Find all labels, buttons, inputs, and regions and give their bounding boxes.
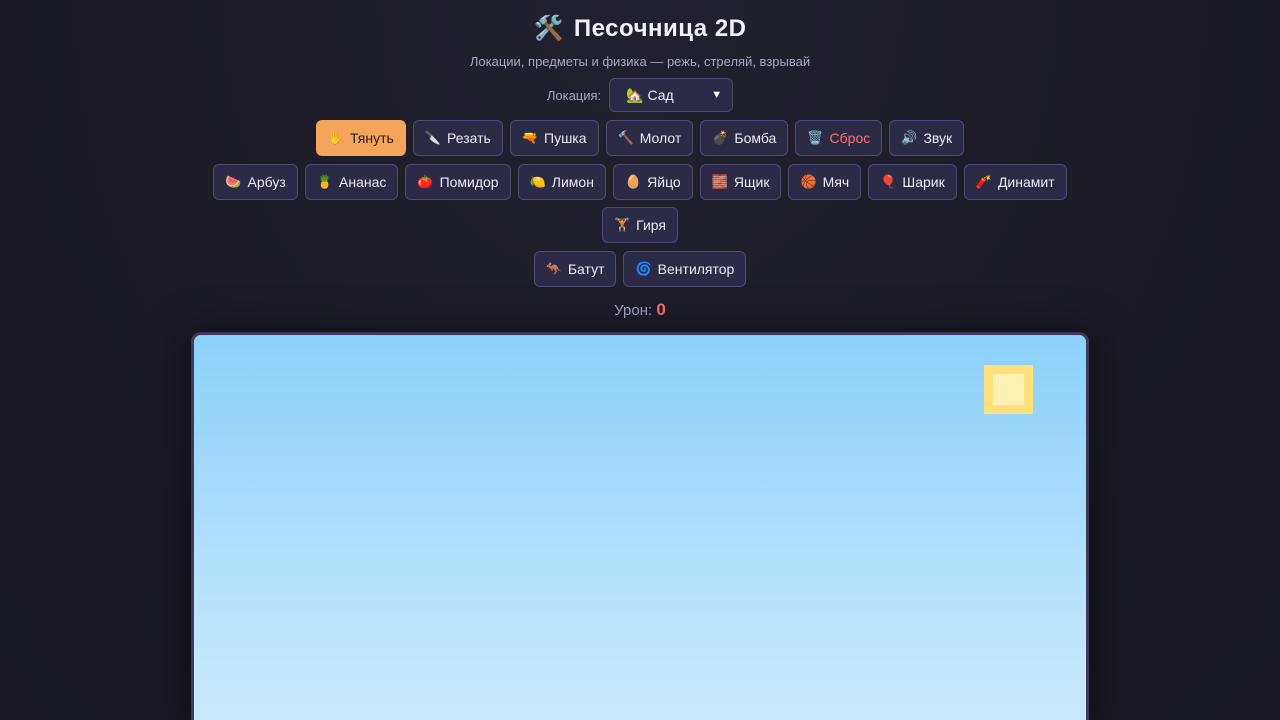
item-label: Ящик (733, 174, 770, 190)
crate-icon: 🧱 (711, 174, 728, 189)
kettlebell-icon: 🏋️ (613, 217, 631, 232)
chevron-down-icon: ▼ (711, 89, 723, 101)
props-row: 🦘 Батут 🌀 Вентилятор (0, 251, 1280, 287)
items-row-2: 🏋️ Гиря (0, 207, 1280, 243)
sun-core (993, 374, 1024, 405)
tool-cut-button[interactable]: 🔪 Резать (412, 120, 503, 156)
item-label: Ананас (339, 174, 387, 190)
item-label: Шарик (902, 174, 945, 190)
prop-trampoline-button[interactable]: 🦘 Батут (533, 251, 617, 287)
basketball-icon: 🏀 (800, 174, 817, 189)
bomb-icon: 💣 (712, 130, 729, 145)
item-kettlebell-button[interactable]: 🏋️ Гиря (601, 207, 678, 243)
knife-icon: 🔪 (424, 130, 442, 145)
page-title: 🛠️ Песочница 2D (0, 14, 1280, 43)
item-label: Арбуз (247, 174, 286, 190)
fan-icon: 🌀 (635, 261, 652, 276)
item-dynamite-button[interactable]: 🧨 Динамит (963, 164, 1067, 200)
speaker-icon: 🔊 (901, 130, 918, 145)
sound-button[interactable]: 🔊 Звук (889, 120, 965, 156)
tool-pull-button[interactable]: ✋ Тянуть (315, 120, 406, 156)
egg-icon: 🥚 (624, 174, 642, 189)
prop-fan-button[interactable]: 🌀 Вентилятор (623, 251, 747, 287)
location-selected: 🏡 Сад (626, 87, 674, 104)
hand-icon: ✋ (327, 130, 345, 145)
page-subtitle: Локации, предметы и физика — режь, стрел… (469, 54, 811, 69)
tomato-icon: 🍅 (417, 174, 434, 189)
reset-label: Сброс (829, 130, 871, 146)
pineapple-icon: 🍍 (316, 174, 333, 189)
sound-label: Звук (923, 130, 953, 146)
location-select[interactable]: 🏡 Сад ▼ (609, 78, 734, 112)
tool-hammer-button[interactable]: 🔨 Молот (605, 120, 694, 156)
tool-hammer-label: Молот (639, 130, 682, 146)
item-lemon-button[interactable]: 🍋 Лимон (517, 164, 606, 200)
item-crate-button[interactable]: 🧱 Ящик (699, 164, 782, 200)
item-pineapple-button[interactable]: 🍍 Ананас (304, 164, 399, 200)
hammer-icon: 🔨 (617, 130, 634, 145)
house-icon: 🏡 (626, 86, 644, 103)
location-row: Локация: 🏡 Сад ▼ (0, 78, 1280, 112)
title-text: Песочница 2D (573, 15, 747, 42)
item-ball-button[interactable]: 🏀 Мяч (788, 164, 862, 200)
prop-label: Вентилятор (657, 261, 735, 277)
tools-icon: 🛠️ (533, 15, 564, 42)
damage-label: Урон: (614, 302, 653, 319)
reset-button[interactable]: 🗑️ Сброс (795, 120, 883, 156)
page: 🛠️ Песочница 2D Локации, предметы и физик… (0, 0, 1280, 720)
tool-bomb-label: Бомба (734, 130, 777, 146)
item-label: Яйцо (647, 174, 681, 190)
tools-row: ✋ Тянуть 🔪 Резать 🔫 Пушка 🔨 Молот 💣 Бомба 🗑️ С… (0, 120, 1280, 156)
item-balloon-button[interactable]: 🎈 Шарик (868, 164, 957, 200)
damage-counter: Урон: 0 (0, 300, 1280, 320)
sandbox-canvas[interactable] (191, 332, 1089, 720)
item-label: Помидор (439, 174, 499, 190)
item-tomato-button[interactable]: 🍅 Помидор (405, 164, 511, 200)
item-egg-button[interactable]: 🥚 Яйцо (612, 164, 693, 200)
item-label: Гиря (636, 217, 666, 233)
dynamite-icon: 🧨 (975, 174, 992, 189)
tool-pull-label: Тянуть (350, 130, 394, 146)
tool-bomb-button[interactable]: 💣 Бомба (700, 120, 789, 156)
tool-gun-button[interactable]: 🔫 Пушка (509, 120, 599, 156)
item-watermelon-button[interactable]: 🍉 Арбуз (213, 164, 298, 200)
items-row: 🍉 Арбуз 🍍 Ананас 🍅 Помидор 🍋 Лимон 🥚 Яйцо 🧱 Ящ… (0, 164, 1280, 200)
tool-cut-label: Резать (447, 130, 491, 146)
lemon-icon: 🍋 (529, 174, 546, 189)
gun-icon: 🔫 (521, 130, 539, 145)
balloon-icon: 🎈 (880, 174, 897, 189)
trash-icon: 🗑️ (807, 130, 824, 145)
kangaroo-icon: 🦘 (545, 261, 562, 276)
damage-value: 0 (656, 300, 666, 319)
sun-icon (984, 365, 1033, 414)
location-selected-label: Сад (647, 86, 674, 103)
item-label: Лимон (551, 174, 594, 190)
prop-label: Батут (567, 261, 605, 277)
location-label: Локация: (546, 87, 602, 103)
item-label: Мяч (822, 174, 850, 190)
watermelon-icon: 🍉 (225, 174, 242, 189)
item-label: Динамит (997, 174, 1055, 190)
tool-gun-label: Пушка (544, 130, 587, 146)
